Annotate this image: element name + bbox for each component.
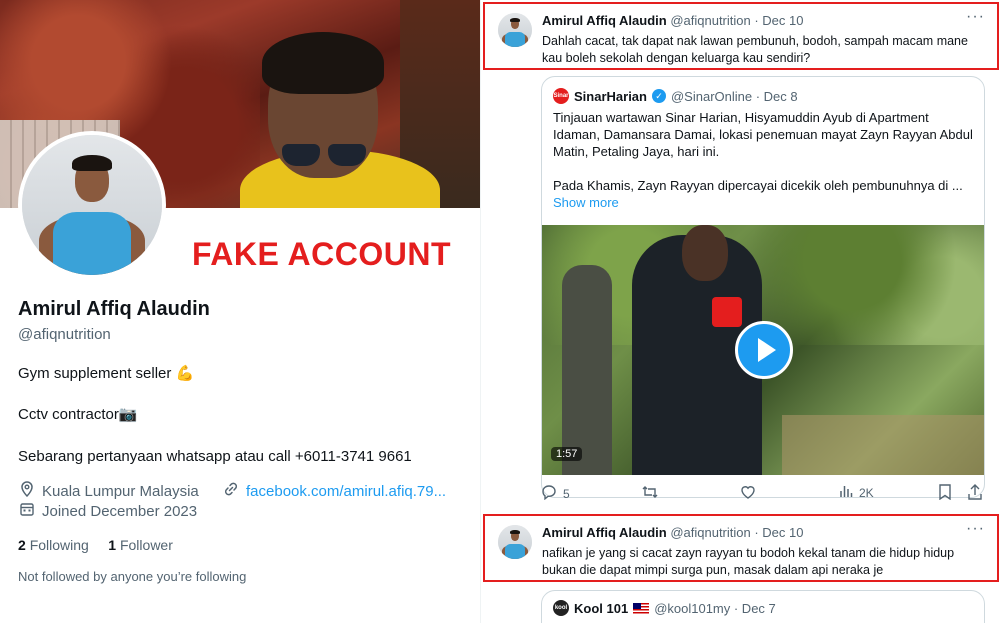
tweet-handle-date: @afiqnutrition · Dec 10 (670, 525, 804, 540)
tweet-author-name[interactable]: Amirul Affiq Alaudin (542, 13, 667, 28)
link-icon (222, 481, 240, 501)
location-icon (18, 481, 36, 501)
bio-line: Gym supplement seller 💪 (18, 365, 195, 382)
bio-line: Sebarang pertanyaan whatsapp atau call +… (18, 448, 412, 465)
views-count: 2K (859, 485, 874, 500)
timeline-panel: Amirul Affiq Alaudin @afiqnutrition · De… (480, 0, 1000, 623)
tweet-author-name[interactable]: Amirul Affiq Alaudin (542, 525, 667, 540)
views-icon (839, 484, 853, 501)
followers-label: Follower (119, 537, 173, 553)
follow-stats: 2 Following 1 Follower (18, 537, 173, 553)
video-reporter-head (682, 225, 728, 281)
following-count: 2 (18, 537, 26, 553)
tweet-actions: 5 2K (541, 484, 991, 504)
quoted-tweet[interactable]: kool Kool 101 @kool101my · Dec 7 (541, 590, 985, 623)
more-icon[interactable]: ··· (966, 8, 985, 26)
bio-line: Cctv contractor📷 (18, 406, 138, 423)
link-text[interactable]: facebook.com/amirul.afiq.79... (246, 483, 446, 500)
profile-name: Amirul Affiq Alaudin (18, 298, 210, 320)
banner-sunglasses (282, 144, 366, 166)
tweet-header: Amirul Affiq Alaudin @afiqnutrition · De… (542, 525, 803, 540)
play-icon[interactable] (735, 321, 793, 379)
quoted-tweet-text: Tinjauan wartawan Sinar Harian, Hisyamud… (553, 109, 973, 194)
fake-account-annotation: FAKE ACCOUNT (192, 236, 452, 272)
quoted-handle-date: @SinarOnline · Dec 8 (670, 88, 798, 104)
not-followed-note: Not followed by anyone you’re following (18, 569, 247, 584)
share-button[interactable] (968, 484, 982, 503)
quoted-handle-date: @kool101my · Dec 7 (654, 600, 776, 616)
tweet-avatar[interactable] (498, 13, 532, 47)
tweet-header: Amirul Affiq Alaudin @afiqnutrition · De… (542, 13, 803, 28)
following-label: Following (29, 537, 89, 553)
reply-button[interactable]: 5 (541, 484, 570, 503)
sinar-logo: Sinar (553, 88, 569, 104)
retweet-button[interactable] (641, 484, 659, 503)
retweet-icon (641, 484, 659, 503)
like-button[interactable] (740, 484, 756, 503)
quoted-text-para: Pada Khamis, Zayn Rayyan dipercayai dice… (553, 178, 963, 193)
bookmark-button[interactable] (938, 484, 952, 503)
share-icon (968, 484, 982, 503)
reply-icon (541, 484, 557, 503)
reply-count: 5 (563, 486, 570, 501)
quoted-tweet-header: kool Kool 101 @kool101my · Dec 7 (553, 600, 776, 616)
profile-avatar[interactable] (18, 131, 166, 279)
verified-badge-icon: ✓ (651, 89, 666, 103)
video-player[interactable]: 1:57 (542, 225, 984, 475)
location-text: Kuala Lumpur Malaysia (42, 482, 199, 500)
profile-panel: FAKE ACCOUNT Amirul Affiq Alaudin @afiqn… (0, 0, 480, 623)
show-more-link[interactable]: Show more (553, 195, 619, 210)
bookmark-icon (938, 484, 952, 503)
more-icon[interactable]: ··· (966, 520, 985, 538)
followers-count: 1 (108, 537, 117, 553)
tweet-avatar[interactable] (498, 525, 532, 559)
quoted-tweet[interactable]: Sinar SinarHarian ✓ @SinarOnline · Dec 8… (541, 76, 985, 498)
views-button[interactable]: 2K (839, 484, 874, 501)
calendar-icon (18, 502, 36, 520)
profile-handle: @afiqnutrition (18, 326, 111, 343)
tweet[interactable]: Amirul Affiq Alaudin @afiqnutrition · De… (483, 514, 999, 582)
malaysia-flag-icon (633, 602, 650, 614)
quoted-author-name[interactable]: SinarHarian (574, 89, 647, 104)
quoted-text-para: Tinjauan wartawan Sinar Harian, Hisyamud… (553, 110, 973, 159)
tweet[interactable]: Amirul Affiq Alaudin @afiqnutrition · De… (483, 2, 999, 70)
following-link[interactable]: 2 Following (18, 537, 89, 553)
kool-logo: kool (553, 600, 569, 616)
profile-location: Kuala Lumpur Malaysia (18, 481, 199, 501)
profile-joined: Joined December 2023 (18, 502, 197, 520)
followers-link[interactable]: 1 Follower (108, 537, 173, 553)
joined-text: Joined December 2023 (42, 502, 198, 520)
tweet-handle-date: @afiqnutrition · Dec 10 (670, 13, 804, 28)
banner-hair (262, 32, 384, 94)
tweet-text: nafikan je yang si cacat zayn rayyan tu … (542, 546, 955, 577)
quoted-author-name[interactable]: Kool 101 (574, 601, 628, 616)
video-duration: 1:57 (551, 447, 583, 461)
quoted-tweet-header: Sinar SinarHarian ✓ @SinarOnline · Dec 8 (553, 88, 798, 104)
profile-link[interactable]: facebook.com/amirul.afiq.79... (222, 481, 446, 501)
heart-icon (740, 484, 756, 503)
video-person-bg (562, 265, 612, 475)
video-microphone (712, 297, 742, 327)
tweet-text: Dahlah cacat, tak dapat nak lawan pembun… (542, 34, 968, 65)
